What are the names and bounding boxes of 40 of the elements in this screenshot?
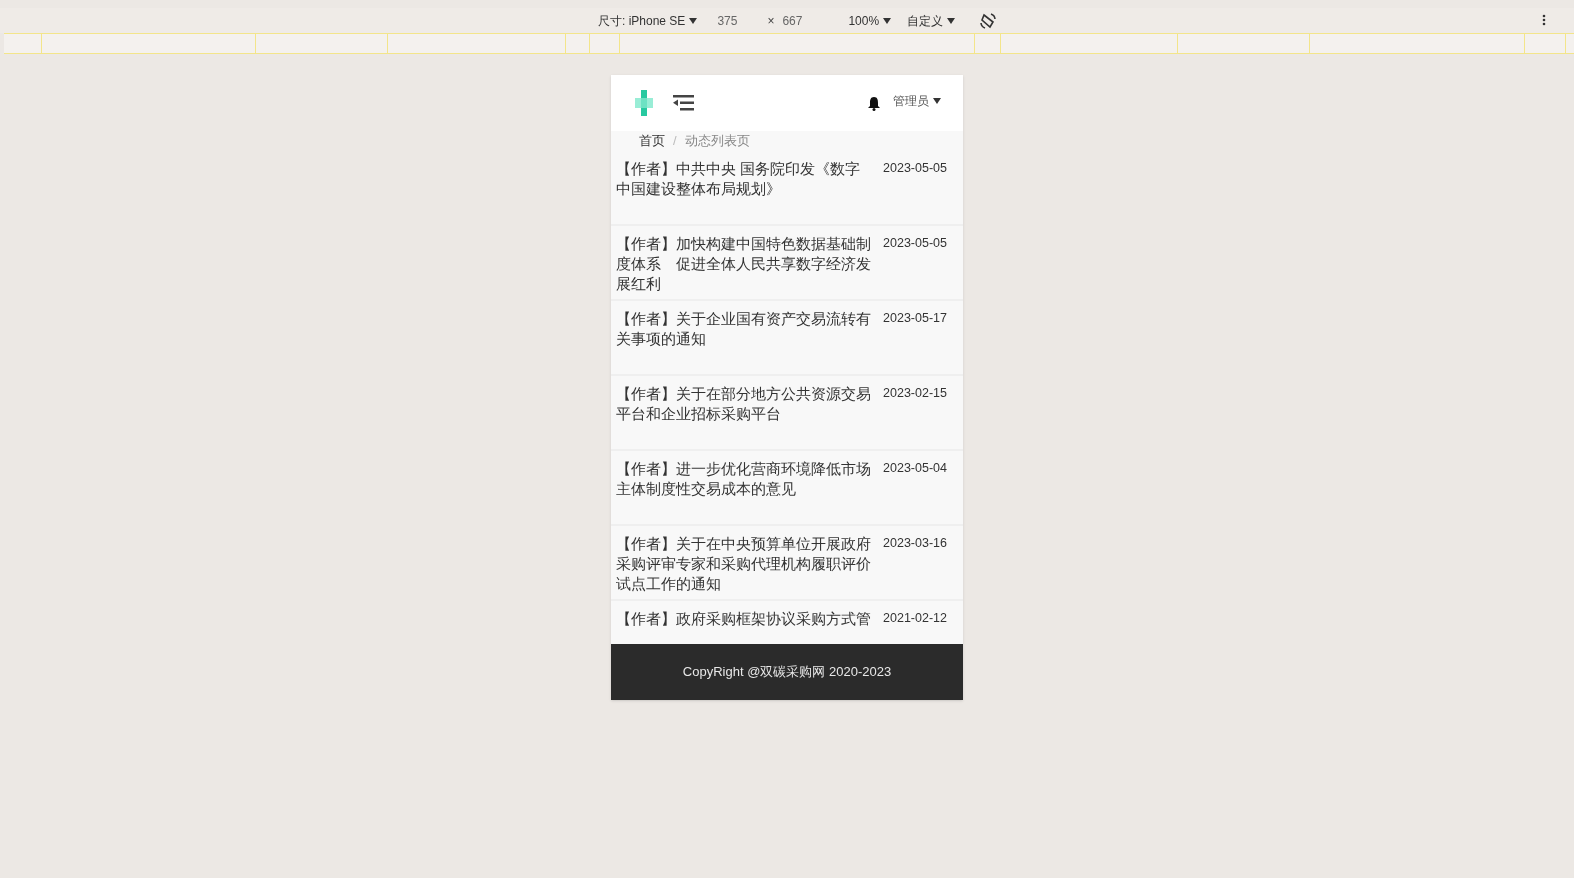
article-date: 2023-05-05 xyxy=(883,160,947,177)
article-date: 2021-02-12 xyxy=(883,610,947,627)
bell-icon[interactable] xyxy=(867,95,881,111)
throttle-dropdown[interactable]: 自定义 xyxy=(907,11,956,30)
breadcrumb-separator: / xyxy=(673,132,677,151)
article-title: 【作者】关于在中央预算单位开展政府采购评审专家和采购代理机构履职评价试点工作的通知 xyxy=(616,535,872,594)
article-row[interactable]: 【作者】关于在中央预算单位开展政府采购评审专家和采购代理机构履职评价试点工作的通知 2023-03-16 xyxy=(611,526,963,601)
rotate-icon[interactable] xyxy=(979,11,998,30)
breadcrumb-item[interactable]: 首页 xyxy=(639,131,665,151)
caret-icon xyxy=(883,17,892,24)
times-sign: × xyxy=(767,12,775,30)
width-input[interactable]: 375 xyxy=(717,11,760,30)
caret-icon xyxy=(947,17,956,24)
zoom-dropdown[interactable]: 100% xyxy=(848,11,892,30)
article-date: 2023-05-17 xyxy=(883,310,947,327)
logo-icon xyxy=(633,88,655,118)
breadcrumb-item: 动态列表页 xyxy=(684,132,750,151)
caret-icon xyxy=(933,98,941,104)
article-date: 2023-02-15 xyxy=(883,385,947,402)
article-title: 【作者】加快构建中国特色数据基础制度体系 促进全体人民共享数字经济发展红利 xyxy=(616,235,872,294)
article-date: 2023-05-04 xyxy=(883,460,947,477)
article-row[interactable]: 【作者】关于在部分地方公共资源交易平台和企业招标采购平台 2023-02-15 xyxy=(611,376,963,451)
article-title: 【作者】关于在部分地方公共资源交易平台和企业招标采购平台 xyxy=(616,385,872,424)
article-title: 【作者】中共中央 国务院印发《数字中国建设整体布局规划》 xyxy=(616,160,862,199)
device-dropdown[interactable]: 尺寸: iPhone SE xyxy=(598,11,698,30)
copyright-text: CopyRight @双碳采购网 2020-2023 xyxy=(682,663,892,682)
article-row[interactable]: 【作者】中共中央 国务院印发《数字中国建设整体布局规划》 2023-05-05 xyxy=(611,151,963,226)
more-options-icon[interactable] xyxy=(1542,14,1546,26)
user-menu[interactable]: 管理员 xyxy=(893,92,941,110)
article-title: 【作者】进一步优化营商环境降低市场主体制度性交易成本的意见 xyxy=(616,460,872,499)
menu-icon[interactable] xyxy=(673,94,695,112)
article-title: 【作者】政府采购框架协议采购方式管 xyxy=(616,610,872,629)
caret-icon xyxy=(689,17,698,24)
article-date: 2023-03-16 xyxy=(883,535,947,552)
article-title: 【作者】关于企业国有资产交易流转有关事项的通知 xyxy=(616,310,872,349)
article-row[interactable]: 【作者】加快构建中国特色数据基础制度体系 促进全体人民共享数字经济发展红利 2023-05-05 xyxy=(611,226,963,301)
article-date: 2023-05-05 xyxy=(883,235,947,252)
article-row[interactable]: 【作者】进一步优化营商环境降低市场主体制度性交易成本的意见 2023-05-04 xyxy=(611,451,963,526)
height-input[interactable]: 667 xyxy=(782,11,833,30)
article-row[interactable]: 【作者】关于企业国有资产交易流转有关事项的通知 2023-05-17 xyxy=(611,301,963,376)
